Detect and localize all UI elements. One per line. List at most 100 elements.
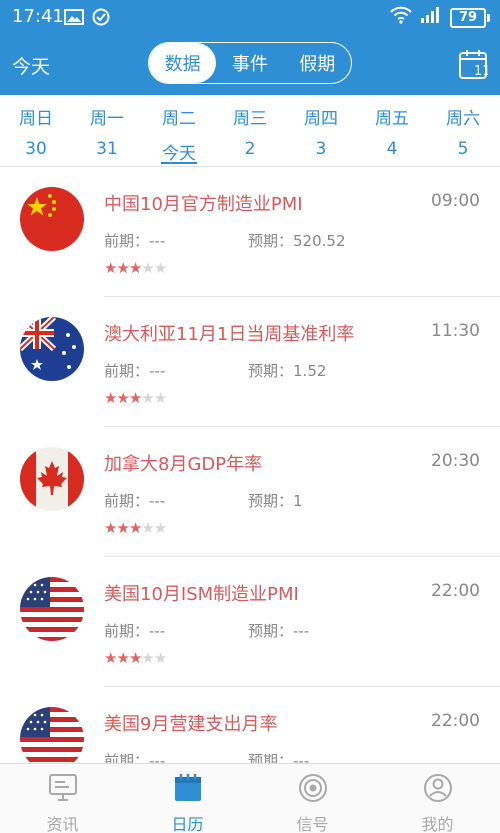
star-empty-icon: ★ — [153, 389, 167, 407]
previous-value: 前期：--- — [104, 230, 165, 251]
weekday-label: 周三 — [233, 109, 267, 129]
usa-flag-icon — [20, 707, 84, 763]
tab-holidays[interactable]: 假期 — [284, 43, 351, 83]
forecast-value: 预期：--- — [248, 750, 309, 763]
nav-label: 资讯 — [46, 815, 79, 833]
star-filled-icon: ★ — [116, 259, 129, 277]
event-item[interactable]: 澳大利亚11月1日当周基准利率 11:30 前期：--- 预期：1.52 ★★★… — [0, 297, 500, 427]
day-monday[interactable]: 周一 31 — [77, 95, 137, 167]
previous-value: 前期：--- — [104, 620, 165, 641]
weekday-label: 周二 — [162, 109, 196, 129]
date-label: 今天 — [162, 144, 196, 164]
previous-number: --- — [149, 752, 166, 763]
status-time: 17:41 — [12, 6, 64, 27]
event-item[interactable]: 美国9月营建支出月率 22:00 前期：--- 预期：--- ★★★★★ — [0, 687, 500, 763]
nav-news[interactable]: 资讯 — [0, 764, 125, 833]
china-flag-icon — [20, 187, 84, 251]
star-empty-icon: ★ — [141, 649, 154, 667]
monitor-icon — [49, 774, 77, 801]
calendar-icon — [175, 774, 201, 801]
star-filled-icon: ★ — [116, 649, 129, 667]
previous-number: --- — [149, 622, 166, 640]
event-title: 中国10月官方制造业PMI — [104, 194, 303, 215]
date-label: 2 — [244, 139, 256, 159]
event-item[interactable]: 中国10月官方制造业PMI 09:00 前期：--- 预期：520.52 ★★★… — [0, 167, 500, 297]
day-sunday[interactable]: 周日 30 — [6, 95, 66, 167]
previous-value: 前期：--- — [104, 360, 165, 381]
previous-label: 前期： — [104, 752, 150, 763]
tab-events[interactable]: 事件 — [216, 43, 283, 83]
forecast-number: --- — [293, 752, 310, 763]
event-time: 22:00 — [431, 711, 480, 731]
selected-day-indicator — [161, 162, 197, 164]
forecast-number: 1 — [293, 492, 303, 510]
importance-stars: ★★★★★ — [104, 389, 167, 407]
signal-icon — [420, 6, 442, 29]
nav-signals[interactable]: 信号 — [250, 764, 375, 833]
wifi-icon — [390, 6, 412, 29]
user-icon — [424, 774, 452, 802]
event-title: 美国9月营建支出月率 — [104, 714, 278, 735]
weekday-label: 周日 — [19, 109, 53, 129]
previous-value: 前期：--- — [104, 490, 165, 511]
star-empty-icon: ★ — [153, 519, 167, 537]
forecast-label: 预期： — [248, 232, 294, 250]
forecast-number: --- — [293, 622, 310, 640]
today-button[interactable]: 今天 — [12, 52, 50, 79]
previous-number: --- — [149, 362, 166, 380]
forecast-value: 预期：520.52 — [248, 230, 346, 251]
previous-label: 前期： — [104, 232, 150, 250]
header: 今天 数据 事件 假期 11 — [0, 34, 500, 95]
day-thursday[interactable]: 周四 3 — [291, 95, 351, 167]
tab-data[interactable]: 数据 — [149, 43, 217, 83]
star-filled-icon: ★ — [128, 519, 142, 537]
previous-number: --- — [149, 232, 166, 250]
event-item[interactable]: 加拿大8月GDP年率 20:30 前期：--- 预期：1 ★★★★★ — [0, 427, 500, 557]
gallery-icon — [64, 9, 84, 29]
event-list[interactable]: 中国10月官方制造业PMI 09:00 前期：--- 预期：520.52 ★★★… — [0, 167, 500, 763]
star-filled-icon: ★ — [116, 389, 129, 407]
australia-flag-icon — [20, 317, 84, 381]
calendar-day-number: 11 — [474, 64, 488, 79]
weekday-label: 周六 — [446, 109, 480, 129]
forecast-value: 预期：1 — [248, 490, 303, 511]
previous-label: 前期： — [104, 362, 150, 380]
star-filled-icon: ★ — [116, 519, 129, 537]
star-empty-icon: ★ — [153, 649, 167, 667]
star-filled-icon: ★ — [104, 389, 117, 407]
importance-stars: ★★★★★ — [104, 649, 167, 667]
battery-level: 79 — [458, 10, 478, 25]
nav-label: 我的 — [421, 815, 454, 833]
event-item[interactable]: 美国10月ISM制造业PMI 22:00 前期：--- 预期：--- ★★★★★ — [0, 557, 500, 687]
bottom-navigation: 资讯 日历 信号 我的 — [0, 763, 500, 833]
day-tuesday-selected[interactable]: 周二 今天 — [149, 95, 209, 167]
day-saturday[interactable]: 周六 5 — [433, 95, 493, 167]
forecast-label: 预期： — [248, 622, 294, 640]
event-title: 加拿大8月GDP年率 — [104, 454, 263, 475]
weekday-label: 周四 — [304, 109, 338, 129]
nav-label: 信号 — [296, 815, 329, 833]
nav-calendar[interactable]: 日历 — [125, 764, 250, 833]
canada-flag-icon — [20, 447, 84, 511]
forecast-label: 预期： — [248, 492, 294, 510]
nav-profile[interactable]: 我的 — [375, 764, 500, 833]
week-selector: 周日 30 周一 31 周二 今天 周三 2 周四 3 周五 4 周六 5 — [0, 95, 500, 167]
importance-stars: ★★★★★ — [104, 259, 167, 277]
date-label: 3 — [315, 139, 327, 159]
forecast-number: 1.52 — [293, 362, 327, 380]
forecast-value: 预期：--- — [248, 620, 309, 641]
calendar-picker-button[interactable]: 11 — [458, 48, 491, 80]
date-label: 30 — [25, 139, 47, 159]
check-circle-icon — [92, 8, 110, 30]
status-bar: 17:41 79 — [0, 0, 500, 34]
forecast-label: 预期： — [248, 752, 294, 763]
event-title: 澳大利亚11月1日当周基准利率 — [104, 324, 355, 345]
forecast-number: 520.52 — [293, 232, 346, 250]
previous-label: 前期： — [104, 622, 150, 640]
star-empty-icon: ★ — [141, 389, 154, 407]
day-friday[interactable]: 周五 4 — [362, 95, 422, 167]
star-filled-icon: ★ — [128, 389, 142, 407]
calendar-icon: 11 — [459, 50, 491, 79]
day-wednesday[interactable]: 周三 2 — [220, 95, 280, 167]
star-empty-icon: ★ — [141, 259, 154, 277]
